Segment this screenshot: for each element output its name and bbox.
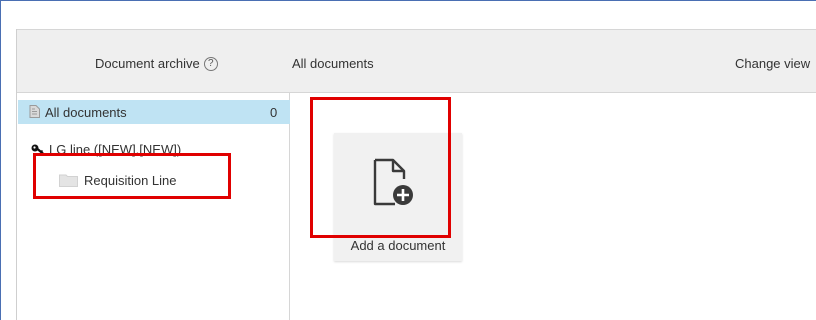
highlight-box-add-document xyxy=(310,97,451,238)
document-icon xyxy=(29,105,40,118)
tree-item-label: All documents xyxy=(45,105,127,120)
help-icon[interactable]: ? xyxy=(203,56,218,71)
highlight-box-requisition xyxy=(33,153,231,199)
panel-header: Document archive ? All documents Change … xyxy=(17,29,816,93)
document-archive-label: Document archive xyxy=(95,56,200,71)
change-view-button[interactable]: Change view xyxy=(735,56,816,71)
folder-tree: All documents 0 LG line ([NEW],[NEW]) Re… xyxy=(17,93,290,320)
document-archive-title: Document archive ? xyxy=(95,56,218,71)
tree-item-all-documents[interactable]: All documents 0 xyxy=(18,100,290,124)
add-document-label: Add a document xyxy=(350,238,446,253)
section-title: All documents xyxy=(292,56,374,71)
document-count: 0 xyxy=(270,105,278,120)
